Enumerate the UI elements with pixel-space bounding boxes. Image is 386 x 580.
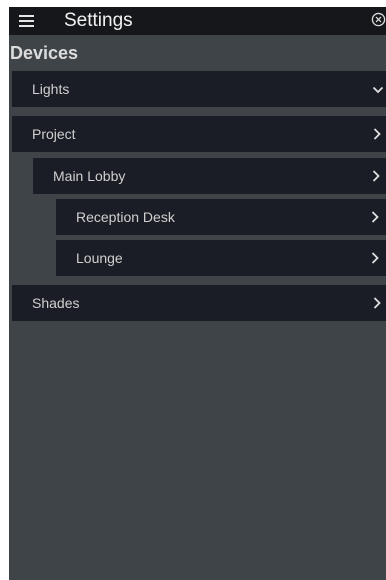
device-row-main-lobby[interactable]: Main Lobby — [33, 158, 386, 194]
hamburger-icon[interactable] — [19, 15, 34, 27]
device-row-lounge[interactable]: Lounge — [56, 240, 386, 276]
section-title-devices: Devices — [10, 43, 79, 63]
device-row-project[interactable]: Project — [12, 116, 386, 152]
device-row-label: Project — [32, 126, 76, 142]
page-title: Settings — [64, 10, 133, 31]
chevron-right-icon — [372, 170, 380, 182]
close-icon[interactable] — [371, 12, 386, 27]
device-row-shades[interactable]: Shades — [12, 285, 386, 321]
device-row-label: Main Lobby — [53, 168, 126, 184]
chevron-right-icon — [373, 128, 381, 140]
device-row-label: Reception Desk — [76, 209, 175, 225]
chevron-down-icon — [372, 86, 384, 94]
chevron-right-icon — [371, 211, 379, 223]
device-row-label: Lights — [32, 81, 70, 97]
device-row-label: Shades — [32, 295, 80, 311]
chevron-right-icon — [371, 252, 379, 264]
settings-screen: Settings Devices Lights Project Main Lob… — [9, 7, 386, 580]
top-bar: Settings — [9, 7, 386, 35]
device-row-reception-desk[interactable]: Reception Desk — [56, 199, 386, 235]
device-row-lights[interactable]: Lights — [12, 71, 386, 107]
chevron-right-icon — [373, 297, 381, 309]
device-row-label: Lounge — [76, 250, 123, 266]
